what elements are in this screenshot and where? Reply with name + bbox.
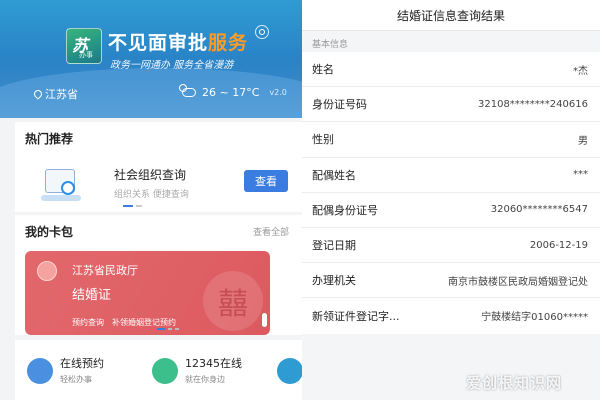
- certificate-name: 结婚证: [72, 288, 112, 303]
- calendar-icon: [27, 358, 53, 384]
- appointment-query-link[interactable]: 预约查询: [72, 317, 104, 328]
- card-scroll-handle[interactable]: [262, 313, 267, 327]
- version-label: v2.0: [269, 88, 287, 97]
- temperature-label: 26 ~ 17°C: [202, 86, 260, 99]
- info-value: ***: [573, 169, 588, 181]
- double-happiness-icon: 囍: [203, 271, 263, 331]
- info-label: 新领证件登记字...: [312, 309, 400, 323]
- info-label: 性别: [312, 133, 334, 147]
- search-icon[interactable]: [255, 25, 269, 39]
- service-tags: 组织关系 便捷查询: [114, 190, 189, 200]
- info-list: 姓名 *杰 身份证号码 32108********240616 性别 男 配偶姓名 **…: [302, 52, 600, 334]
- view-button[interactable]: 查看: [244, 170, 288, 192]
- app-logo: 苏 办事: [66, 28, 102, 64]
- location-label: 江苏省: [45, 88, 78, 101]
- hotline-subtitle: 就在你身边: [185, 375, 225, 384]
- hero-title: 不见面审批服务: [108, 32, 249, 54]
- service-name[interactable]: 社会组织查询: [114, 166, 186, 183]
- online-booking-title: 在线预约: [60, 357, 104, 370]
- marriage-query-result-screen: 结婚证信息查询结果 基本信息 姓名 *杰 身份证号码 32108********24…: [302, 0, 600, 400]
- info-value: 南京市鼓楼区民政局婚姻登记处: [448, 276, 588, 288]
- reissue-appointment-link[interactable]: 补领婚姻登记预约: [112, 317, 176, 328]
- marriage-certificate-card[interactable]: 江苏省民政厅 结婚证 预约查询 补领婚姻登记预约 囍: [25, 251, 270, 335]
- section-label: 基本信息: [312, 40, 349, 50]
- hot-recommend-title: 热门推荐: [25, 132, 74, 146]
- my-wallet-card: 我的卡包 查看全部 江苏省民政厅 结婚证 预约查询 补领婚姻登记预约 囍: [15, 215, 302, 335]
- location-pin-icon: [32, 88, 44, 100]
- carousel-indicator: [123, 205, 142, 207]
- info-label: 配偶身份证号: [312, 203, 378, 217]
- info-row: 配偶姓名 ***: [302, 158, 600, 193]
- see-all-link[interactable]: 查看全部: [253, 225, 289, 238]
- info-value: 32108********240616: [478, 98, 588, 110]
- hotline-title: 12345在线: [185, 357, 242, 370]
- info-label: 姓名: [312, 63, 334, 77]
- hot-recommend-card: 热门推荐 社会组织查询 组织关系 便捷查询 查看: [15, 122, 302, 212]
- info-label: 办理机关: [312, 274, 356, 288]
- info-value: 宁鼓楼结字01060*****: [481, 312, 588, 324]
- page-title: 结婚证信息查询结果: [302, 0, 600, 31]
- org-query-icon: [41, 167, 81, 201]
- site-watermark: 爱创根知识网: [466, 374, 563, 392]
- quick-services-bar: 在线预约 轻松办事 12345在线 就在你身边: [15, 340, 302, 400]
- service-icon: [277, 358, 302, 384]
- app-home-screen: 苏 办事 不见面审批服务 政务一网通办 服务全省漫游 江苏省 26 ~ 17°C…: [0, 0, 302, 400]
- online-booking-subtitle: 轻松办事: [60, 375, 92, 384]
- info-row: 身份证号码 32108********240616: [302, 87, 600, 123]
- info-row: 办理机关 南京市鼓楼区民政局婚姻登记处: [302, 263, 600, 299]
- info-row: 登记日期 2006-12-19: [302, 228, 600, 264]
- info-value: 32060********6547: [490, 204, 588, 216]
- hero-banner: 苏 办事 不见面审批服务 政务一网通办 服务全省漫游 江苏省 26 ~ 17°C…: [0, 0, 302, 118]
- location-selector[interactable]: 江苏省: [32, 86, 78, 102]
- emblem-icon: [37, 261, 57, 281]
- info-row: 姓名 *杰: [302, 52, 600, 88]
- info-label: 登记日期: [312, 239, 356, 253]
- card-actions: 预约查询 补领婚姻登记预约: [72, 317, 176, 328]
- my-wallet-title: 我的卡包: [25, 225, 74, 239]
- info-value: 男: [578, 135, 588, 147]
- weather-widget: 26 ~ 17°C v2.0: [179, 84, 287, 99]
- people-icon: [152, 358, 178, 384]
- info-row: 性别 男: [302, 122, 600, 158]
- info-row: 配偶身份证号 32060********6547: [302, 193, 600, 228]
- weather-cloud-icon: [179, 84, 196, 97]
- info-label: 身份证号码: [312, 98, 367, 112]
- issuing-org: 江苏省民政厅: [72, 264, 138, 277]
- hero-slogan: 政务一网通办 服务全省漫游: [110, 60, 234, 71]
- info-label: 配偶姓名: [312, 168, 356, 182]
- card-carousel-indicator: [157, 328, 179, 330]
- info-value: *杰: [573, 65, 588, 77]
- info-row: 新领证件登记字... 宁鼓楼结字01060*****: [302, 298, 600, 333]
- info-value: 2006-12-19: [529, 239, 588, 251]
